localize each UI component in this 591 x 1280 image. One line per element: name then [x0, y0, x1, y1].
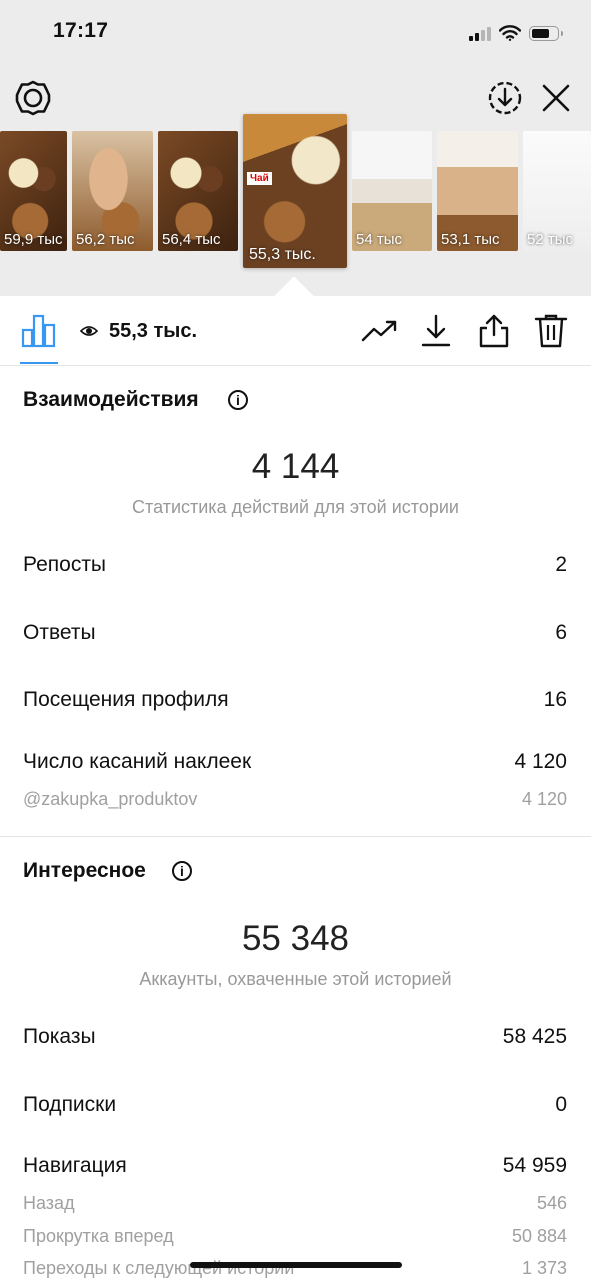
profile-visits-label: Посещения профиля: [23, 688, 229, 711]
signal-icon: [469, 26, 491, 41]
back-value: 546: [536, 1193, 567, 1213]
discovery-caption: Аккаунты, охваченные этой историей: [139, 969, 452, 989]
sticker-account-value: 4 120: [521, 789, 567, 809]
story-thumbnail[interactable]: 56,4 тыс: [158, 131, 238, 251]
insights-toolbar: 55,3 тыс.: [0, 296, 591, 366]
thumbnail-views: 55,3 тыс.: [249, 246, 316, 263]
discovery-total: 55 348: [241, 919, 350, 958]
replies-value: 6: [555, 621, 567, 644]
story-views-count: 55,3 тыс.: [109, 320, 198, 342]
impressions-value: 58 425: [502, 1025, 567, 1048]
status-icons: [469, 22, 563, 44]
insights-panel: 55,3 тыс. Взаимодействия i 4 144 Статист…: [0, 296, 591, 1280]
download-circle-icon[interactable]: [487, 80, 523, 116]
insights-bar-chart-icon[interactable]: [21, 313, 57, 349]
story-thumbnail[interactable]: 54 тыс: [352, 131, 432, 251]
download-icon[interactable]: [420, 314, 452, 348]
thumbnail-views: 54 тыс: [356, 231, 403, 248]
thumbnail-views: 52 тыс: [527, 231, 574, 248]
impressions-label: Показы: [23, 1025, 96, 1048]
forward-label: Прокрутка вперед: [23, 1226, 174, 1246]
story-thumbnail[interactable]: 52 тыс: [523, 131, 591, 251]
home-indicator[interactable]: [190, 1262, 402, 1268]
thumbnail-views: 56,4 тыс: [162, 231, 221, 248]
thumbnail-views: 53,1 тыс: [441, 231, 500, 248]
status-time: 17:17: [53, 19, 109, 42]
story-thumbnail[interactable]: 59,9 тыс: [0, 131, 67, 251]
sticker-taps-value: 4 120: [514, 750, 567, 773]
story-tag: Чай: [247, 172, 272, 185]
divider: [0, 836, 591, 837]
navigation-label: Навигация: [23, 1154, 127, 1177]
follows-label: Подписки: [23, 1093, 117, 1116]
next-story-value: 1 373: [521, 1258, 567, 1278]
follows-value: 0: [555, 1093, 567, 1116]
replies-label: Ответы: [23, 621, 96, 644]
back-label: Назад: [23, 1193, 75, 1213]
navigation-value: 54 959: [502, 1154, 567, 1177]
story-preview-area: 17:17 59,9 тыс 56,2 тыс 56,4 тыс 54 тыс …: [0, 0, 591, 296]
interactions-title: Взаимодействия: [23, 388, 199, 411]
divider: [0, 365, 591, 366]
wifi-icon: [499, 25, 521, 41]
thumbnail-views: 56,2 тыс: [76, 231, 135, 248]
trending-icon[interactable]: [361, 318, 399, 344]
story-thumbnail[interactable]: 53,1 тыс: [437, 131, 518, 251]
interactions-caption: Статистика действий для этой истории: [132, 497, 459, 517]
reposts-label: Репосты: [23, 553, 107, 576]
thumbnail-views: 59,9 тыс: [4, 231, 63, 248]
info-icon[interactable]: i: [228, 390, 248, 410]
sticker-taps-label: Число касаний наклеек: [23, 750, 252, 773]
info-icon[interactable]: i: [172, 861, 192, 881]
reposts-value: 2: [555, 553, 567, 576]
close-icon[interactable]: [541, 83, 571, 113]
story-thumbnail[interactable]: 56,2 тыс: [72, 131, 153, 251]
battery-icon: [529, 25, 563, 41]
sticker-account-label: @zakupka_produktov: [23, 789, 198, 809]
tab-underline: [20, 362, 58, 364]
share-icon[interactable]: [477, 313, 511, 349]
story-thumbnail-selected[interactable]: Чай 55,3 тыс.: [243, 114, 347, 268]
settings-gear-icon[interactable]: [14, 79, 52, 117]
forward-value: 50 884: [511, 1226, 567, 1246]
profile-visits-value: 16: [543, 688, 567, 711]
discovery-title: Интересное: [23, 859, 146, 882]
trash-icon[interactable]: [534, 313, 568, 349]
interactions-total: 4 144: [251, 447, 340, 486]
eye-icon: [80, 326, 98, 336]
